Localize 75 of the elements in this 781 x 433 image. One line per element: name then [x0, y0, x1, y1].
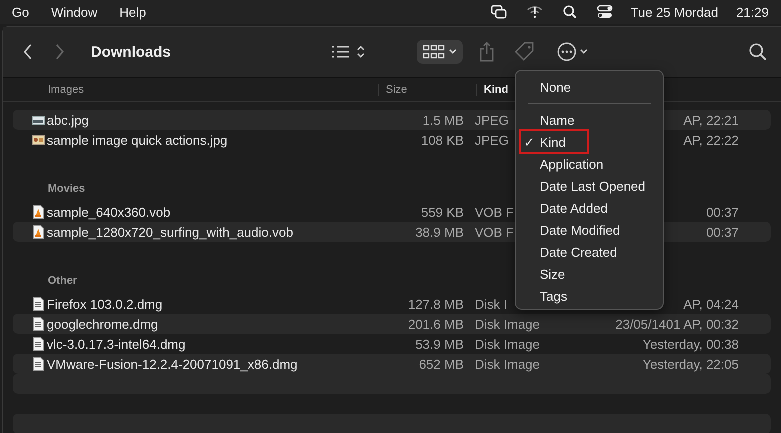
search-icon[interactable]	[749, 43, 768, 61]
checkmark-icon: ✓	[524, 134, 540, 150]
back-icon[interactable]	[23, 44, 33, 60]
file-name[interactable]: googlechrome.dmg	[47, 316, 158, 332]
file-size: 53.9 MB	[416, 336, 464, 352]
file-date: 00:37	[706, 204, 739, 220]
menu-item[interactable]: Date Last Opened	[516, 175, 663, 197]
video-file-icon	[32, 225, 44, 239]
file-kind: VOB F	[475, 224, 514, 240]
menu-item[interactable]: None	[516, 76, 663, 98]
file-kind: VOB F	[475, 204, 514, 220]
document-icon	[32, 337, 44, 351]
file-name[interactable]: vlc-3.0.17.3-intel64.dmg	[47, 336, 186, 352]
menu-item[interactable]: Date Created	[516, 241, 663, 263]
group-heading: Images	[48, 84, 86, 96]
file-kind: Disk Image	[475, 356, 540, 372]
folder-title: Downloads	[91, 44, 172, 60]
file-size: 38.9 MB	[416, 224, 464, 240]
document-icon	[32, 317, 44, 331]
menu-item[interactable]: Tags	[516, 285, 663, 307]
file-date: Yesterday, 22:05	[642, 356, 739, 372]
grid-icon	[423, 45, 446, 59]
file-kind: Disk Image	[475, 316, 540, 332]
file-date: AP, 22:22	[684, 132, 739, 148]
file-date: 00:37	[706, 224, 739, 240]
screen-mirroring-icon[interactable]	[490, 5, 507, 19]
image-file-icon	[32, 116, 44, 124]
menu-bar-item[interactable]: Go	[12, 4, 30, 20]
menu-item[interactable]: Size	[516, 263, 663, 285]
menu-item[interactable]: Date Added	[516, 197, 663, 219]
search-icon[interactable]	[562, 5, 577, 19]
forward-icon[interactable]	[55, 44, 65, 60]
group-heading: Movies	[48, 182, 86, 197]
menu-bar-item[interactable]: Window	[51, 4, 98, 20]
file-name[interactable]: sample image quick actions.jpg	[47, 132, 228, 148]
file-date: Yesterday, 00:38	[642, 336, 739, 352]
file-name[interactable]: sample_1280x720_surfing_with_audio.vob	[47, 224, 294, 240]
file-kind: JPEG	[475, 112, 509, 128]
column-header[interactable]: Size	[378, 84, 476, 96]
menu-bar-date[interactable]: Tue 25 Mordad	[630, 4, 718, 20]
file-size: 1.5 MB	[422, 112, 464, 128]
file-name[interactable]: Firefox 103.0.2.dmg	[47, 296, 163, 312]
control-center-icon[interactable]	[596, 5, 613, 19]
file-size: 652 MB	[419, 356, 464, 372]
file-date: AP, 04:24	[684, 296, 739, 312]
menu-item[interactable]: Application	[516, 153, 663, 175]
tag-icon[interactable]	[515, 42, 536, 62]
menu-bar-item[interactable]: Help	[120, 4, 146, 20]
file-size: 559 KB	[421, 204, 464, 220]
file-kind: JPEG	[475, 132, 509, 148]
file-date: AP, 22:21	[684, 112, 739, 128]
file-kind: Disk I	[475, 296, 508, 312]
group-heading: Other	[48, 274, 78, 289]
document-icon	[32, 297, 44, 311]
file-kind: Disk Image	[475, 336, 540, 352]
share-icon[interactable]	[479, 42, 496, 62]
more-options-icon[interactable]	[557, 42, 590, 62]
document-icon	[32, 357, 44, 371]
group-button[interactable]	[417, 40, 464, 64]
menu-bar-clock[interactable]: 21:29	[736, 4, 769, 20]
list-view-icon[interactable]	[331, 44, 368, 60]
file-size: 108 KB	[421, 132, 464, 148]
file-name[interactable]: VMware-Fusion-12.2.4-20071091_x86.dmg	[47, 356, 298, 372]
video-file-icon	[32, 205, 44, 219]
file-size: 201.6 MB	[408, 316, 464, 332]
menu-item[interactable]: Name	[516, 109, 663, 131]
menu-item[interactable]: Date Modified	[516, 219, 663, 241]
file-name[interactable]: sample_640x360.vob	[47, 204, 171, 220]
file-date: 23/05/1401 AP, 00:32	[616, 316, 739, 332]
menu-item[interactable]: ✓ Kind	[516, 131, 663, 153]
image-file-icon	[32, 135, 44, 145]
file-name[interactable]: abc.jpg	[47, 112, 89, 128]
caret-icon	[449, 49, 458, 55]
file-size: 127.8 MB	[408, 296, 464, 312]
wifi-alert-icon[interactable]	[526, 5, 543, 19]
